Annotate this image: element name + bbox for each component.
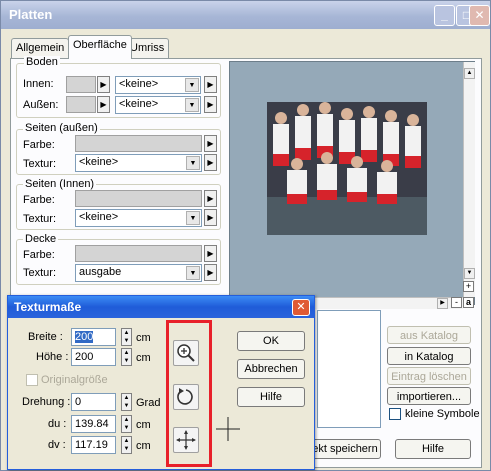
seiten-aussen-textur-label: Textur: [23, 158, 57, 170]
breite-spinner[interactable]: ▲ ▼ [121, 328, 132, 346]
zoom-out-button[interactable]: - [451, 297, 462, 308]
texture-image [267, 102, 427, 235]
seiten-aussen-textur-arrow[interactable]: ▶ [204, 154, 217, 171]
decke-textur-arrow[interactable]: ▶ [204, 264, 217, 281]
kleine-symbole-checkbox[interactable] [389, 408, 401, 420]
scroll-right-arrow-icon[interactable]: ▶ [437, 298, 448, 309]
kleine-symbole-label: kleine Symbole [405, 408, 480, 420]
drehung-label: Drehung : [22, 396, 71, 408]
breite-label: Breite : [28, 331, 63, 343]
hilfe-dialog-button[interactable]: Hilfe [237, 387, 305, 407]
decke-textur-label: Textur: [23, 267, 57, 279]
group-boden-title: Boden [24, 56, 60, 68]
drehung-input[interactable]: 0 [71, 393, 116, 411]
group-seiten-aussen-title: Seiten (außen) [23, 122, 100, 134]
dialog-titlebar[interactable]: Texturmaße [8, 296, 314, 318]
breite-unit: cm [136, 332, 151, 344]
decke-farbe-field[interactable] [75, 245, 202, 262]
originalgroesse-checkbox[interactable] [26, 374, 38, 386]
aussen-texture-select[interactable]: <keine> ▼ [115, 96, 201, 114]
drehung-spinner[interactable]: ▲ ▼ [121, 393, 132, 411]
drehung-unit: Grad [136, 397, 161, 409]
chevron-down-icon: ▼ [186, 156, 200, 170]
innen-texture-arrow-button[interactable]: ▶ [204, 76, 217, 93]
preview-vertical-scrollbar[interactable]: ▲ ▼ [463, 62, 475, 297]
chevron-down-icon: ▼ [186, 266, 200, 280]
seiten-innen-textur-select[interactable]: <keine> ▼ [75, 209, 202, 227]
seiten-innen-farbe-label: Farbe: [23, 194, 55, 206]
dv-spinner[interactable]: ▲ ▼ [121, 436, 132, 454]
dialog-close-button[interactable]: ✕ [292, 299, 310, 316]
seiten-innen-farbe-arrow[interactable]: ▶ [204, 190, 217, 207]
hoehe-input[interactable]: 200 [71, 348, 116, 366]
hilfe-main-button[interactable]: Hilfe [395, 439, 471, 459]
innen-label: Innen: [23, 78, 54, 90]
du-input[interactable]: 139.84 [71, 415, 116, 433]
breite-input[interactable]: 200 [71, 328, 116, 346]
innen-texture-select[interactable]: <keine> ▼ [115, 76, 201, 94]
chevron-down-icon: ▼ [185, 78, 199, 92]
du-label: du : [48, 418, 67, 430]
aussen-texture-arrow-button[interactable]: ▶ [204, 96, 217, 113]
decke-farbe-label: Farbe: [23, 249, 55, 261]
decke-farbe-arrow[interactable]: ▶ [204, 245, 217, 262]
group-seiten-innen-title: Seiten (Innen) [23, 178, 97, 190]
window-title: Platten [9, 7, 53, 22]
aus-katalog-button[interactable]: aus Katalog [387, 326, 471, 344]
ok-button[interactable]: OK [237, 331, 305, 351]
hoehe-label: Höhe : [36, 351, 69, 363]
seiten-aussen-farbe-arrow[interactable]: ▶ [204, 135, 217, 152]
du-unit: cm [136, 419, 151, 431]
scroll-up-arrow-icon[interactable]: ▲ [464, 68, 475, 79]
aussen-arrow-button[interactable]: ▶ [97, 96, 110, 113]
close-window-button[interactable]: ✕ [469, 5, 490, 26]
chevron-down-icon: ▼ [185, 98, 199, 112]
in-katalog-button[interactable]: in Katalog [387, 347, 471, 365]
minimize-button[interactable]: _ [434, 5, 455, 26]
du-spinner[interactable]: ▲ ▼ [121, 415, 132, 433]
hoehe-spinner[interactable]: ▲ ▼ [121, 348, 132, 366]
window-titlebar[interactable]: Platten [1, 1, 490, 29]
innen-color-field[interactable] [66, 76, 96, 93]
seiten-innen-textur-arrow[interactable]: ▶ [204, 209, 217, 226]
chevron-down-icon: ▼ [186, 211, 200, 225]
zoom-a-button[interactable]: a [463, 297, 474, 308]
dialog-title: Texturmaße [14, 300, 82, 314]
seiten-aussen-textur-select[interactable]: <keine> ▼ [75, 154, 202, 172]
importieren-button[interactable]: importieren... [387, 387, 471, 405]
seiten-innen-textur-label: Textur: [23, 213, 57, 225]
originalgroesse-label: Originalgröße [41, 374, 108, 386]
dv-input[interactable]: 117.19 [71, 436, 116, 454]
dv-label: dv : [48, 439, 66, 451]
crosshair-cursor-icon [216, 417, 240, 441]
aussen-color-field[interactable] [66, 96, 96, 113]
speichern-button[interactable]: ekt speichern [309, 439, 381, 459]
tab-oberflaeche[interactable]: Oberfläche [68, 35, 132, 59]
scroll-down-arrow-icon[interactable]: ▼ [464, 268, 475, 279]
abbrechen-button[interactable]: Abbrechen [237, 359, 305, 379]
zoom-in-button[interactable]: + [463, 281, 474, 292]
highlight-frame [166, 320, 212, 467]
texture-list[interactable] [317, 310, 381, 428]
seiten-aussen-farbe-field[interactable] [75, 135, 202, 152]
group-decke-title: Decke [23, 233, 59, 245]
innen-arrow-button[interactable]: ▶ [97, 76, 110, 93]
hoehe-unit: cm [136, 352, 151, 364]
tab-allgemein[interactable]: Allgemein [11, 38, 70, 58]
eintrag-loeschen-button[interactable]: Eintrag löschen [387, 367, 471, 385]
texturmasse-dialog: Texturmaße ✕ Breite : 200 ▲ ▼ cm Höhe : 2… [7, 295, 315, 470]
aussen-label: Außen: [23, 99, 59, 111]
decke-textur-select[interactable]: ausgabe ▼ [75, 264, 202, 282]
dv-unit: cm [136, 440, 151, 452]
seiten-innen-farbe-field[interactable] [75, 190, 202, 207]
seiten-aussen-farbe-label: Farbe: [23, 139, 55, 151]
